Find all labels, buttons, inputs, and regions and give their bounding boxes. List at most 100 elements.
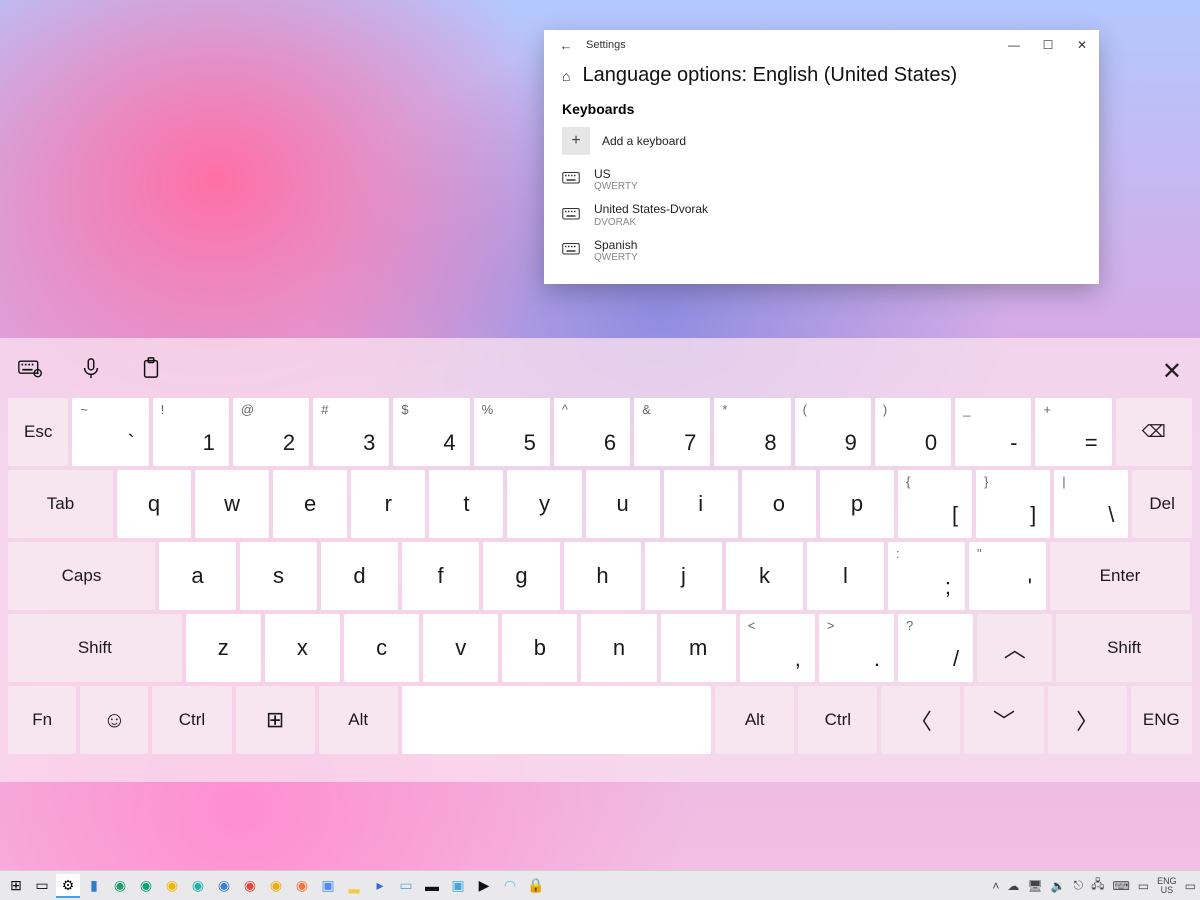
key-fn[interactable]: Fn xyxy=(8,686,76,754)
taskbar-app-icon[interactable]: ▬ xyxy=(420,874,444,898)
taskbar-app-icon[interactable]: ◉ xyxy=(160,874,184,898)
key-j[interactable]: j xyxy=(645,542,722,610)
tray-usb-icon[interactable]: ⎋ xyxy=(1074,878,1084,893)
minimize-button[interactable]: — xyxy=(997,30,1031,60)
taskbar-app-icon[interactable]: ◉ xyxy=(264,874,288,898)
key-t[interactable]: t xyxy=(429,470,503,538)
taskbar-app-icon[interactable]: ▮ xyxy=(82,874,106,898)
taskbar-settings-icon[interactable]: ⚙ xyxy=(56,874,80,898)
tray-language-indicator[interactable]: ENG US xyxy=(1157,877,1177,895)
key-ctrl-left[interactable]: Ctrl xyxy=(152,686,231,754)
key-left-bracket[interactable]: {[ xyxy=(898,470,972,538)
key-period[interactable]: >. xyxy=(819,614,894,682)
key-0[interactable]: )0 xyxy=(875,398,951,466)
key-quote[interactable]: "' xyxy=(969,542,1046,610)
key-arrow-right[interactable]: 〉 xyxy=(1048,686,1127,754)
taskbar-app-icon[interactable]: 🔒 xyxy=(524,874,548,898)
tray-monitor-icon[interactable]: 🖥 xyxy=(1027,879,1042,893)
taskbar-app-icon[interactable]: ▭ xyxy=(394,874,418,898)
maximize-button[interactable]: ☐ xyxy=(1031,30,1065,60)
start-button[interactable]: ⊞ xyxy=(4,874,28,898)
key-arrow-down[interactable]: ﹀ xyxy=(964,686,1043,754)
key-a[interactable]: a xyxy=(159,542,236,610)
back-button[interactable]: ← xyxy=(554,38,578,53)
key-9[interactable]: (9 xyxy=(795,398,871,466)
key-l[interactable]: l xyxy=(807,542,884,610)
key-u[interactable]: u xyxy=(586,470,660,538)
key-v[interactable]: v xyxy=(423,614,498,682)
key-caps[interactable]: Caps xyxy=(8,542,155,610)
key-z[interactable]: z xyxy=(186,614,261,682)
taskbar-app-icon[interactable]: ◉ xyxy=(108,874,132,898)
key-comma[interactable]: <, xyxy=(740,614,815,682)
key-slash[interactable]: ?/ xyxy=(898,614,973,682)
key-h[interactable]: h xyxy=(564,542,641,610)
key-backspace[interactable]: ⌫ xyxy=(1116,398,1192,466)
taskbar-app-icon[interactable]: ▂ xyxy=(342,874,366,898)
key-o[interactable]: o xyxy=(742,470,816,538)
taskbar-app-icon[interactable]: ◠ xyxy=(498,874,522,898)
key-enter[interactable]: Enter xyxy=(1050,542,1190,610)
key-q[interactable]: q xyxy=(117,470,191,538)
key-space[interactable] xyxy=(402,686,711,754)
taskbar-app-icon[interactable]: ▸ xyxy=(368,874,392,898)
close-button[interactable]: ✕ xyxy=(1065,30,1099,60)
key-emoji[interactable]: ☺ xyxy=(80,686,148,754)
key-d[interactable]: d xyxy=(321,542,398,610)
taskbar-app-icon[interactable]: ▶ xyxy=(472,874,496,898)
microphone-icon[interactable] xyxy=(80,357,102,385)
key-esc[interactable]: Esc xyxy=(8,398,68,466)
add-keyboard-button[interactable]: + Add a keyboard xyxy=(562,127,1081,155)
key-1[interactable]: !1 xyxy=(153,398,229,466)
keyboard-item[interactable]: US QWERTY xyxy=(562,167,1081,192)
tray-keyboard-icon[interactable]: ⌨ xyxy=(1112,879,1129,893)
key-arrow-up[interactable]: ︿ xyxy=(977,614,1052,682)
key-2[interactable]: @2 xyxy=(233,398,309,466)
key-m[interactable]: m xyxy=(661,614,736,682)
tray-network-icon[interactable]: 🖧 xyxy=(1091,875,1104,896)
key-n[interactable]: n xyxy=(581,614,656,682)
key-y[interactable]: y xyxy=(507,470,581,538)
key-alt-left[interactable]: Alt xyxy=(319,686,398,754)
key-ctrl-right[interactable]: Ctrl xyxy=(798,686,877,754)
key-b[interactable]: b xyxy=(502,614,577,682)
key-r[interactable]: r xyxy=(351,470,425,538)
key-p[interactable]: p xyxy=(820,470,894,538)
taskbar-app-icon[interactable]: ◉ xyxy=(186,874,210,898)
key-e[interactable]: e xyxy=(273,470,347,538)
key-4[interactable]: $4 xyxy=(393,398,469,466)
key-right-bracket[interactable]: }] xyxy=(976,470,1050,538)
taskbar-app-icon[interactable]: ◉ xyxy=(134,874,158,898)
key-f[interactable]: f xyxy=(402,542,479,610)
key-equals[interactable]: += xyxy=(1035,398,1111,466)
tray-chevron-icon[interactable]: ˄ xyxy=(992,879,999,893)
key-g[interactable]: g xyxy=(483,542,560,610)
key-c[interactable]: c xyxy=(344,614,419,682)
taskbar-app-icon[interactable]: ▣ xyxy=(316,874,340,898)
key-5[interactable]: %5 xyxy=(474,398,550,466)
key-8[interactable]: *8 xyxy=(714,398,790,466)
key-7[interactable]: &7 xyxy=(634,398,710,466)
tray-notifications-icon[interactable]: ▭ xyxy=(1185,879,1196,893)
keyboard-item[interactable]: Spanish QWERTY xyxy=(562,238,1081,263)
key-backslash[interactable]: |\ xyxy=(1054,470,1128,538)
clipboard-icon[interactable] xyxy=(140,357,162,385)
key-shift-left[interactable]: Shift xyxy=(8,614,182,682)
tray-cloud-icon[interactable]: ☁ xyxy=(1007,879,1019,893)
key-s[interactable]: s xyxy=(240,542,317,610)
keyboard-item[interactable]: United States-Dvorak DVORAK xyxy=(562,202,1081,227)
key-i[interactable]: i xyxy=(664,470,738,538)
taskbar-app-icon[interactable]: ◉ xyxy=(238,874,262,898)
key-arrow-left[interactable]: 〈 xyxy=(881,686,960,754)
keyboard-close-icon[interactable]: ✕ xyxy=(1162,357,1182,386)
key-language[interactable]: ENG xyxy=(1131,686,1192,754)
keyboard-settings-icon[interactable] xyxy=(18,358,42,384)
task-view-button[interactable]: ▭ xyxy=(30,874,54,898)
key-semicolon[interactable]: :; xyxy=(888,542,965,610)
key-shift-right[interactable]: Shift xyxy=(1056,614,1192,682)
taskbar-app-icon[interactable]: ▣ xyxy=(446,874,470,898)
tray-display-icon[interactable]: ▭ xyxy=(1138,879,1149,893)
key-x[interactable]: x xyxy=(265,614,340,682)
key-windows[interactable]: ⊞ xyxy=(236,686,315,754)
key-backtick[interactable]: ~` xyxy=(72,398,148,466)
